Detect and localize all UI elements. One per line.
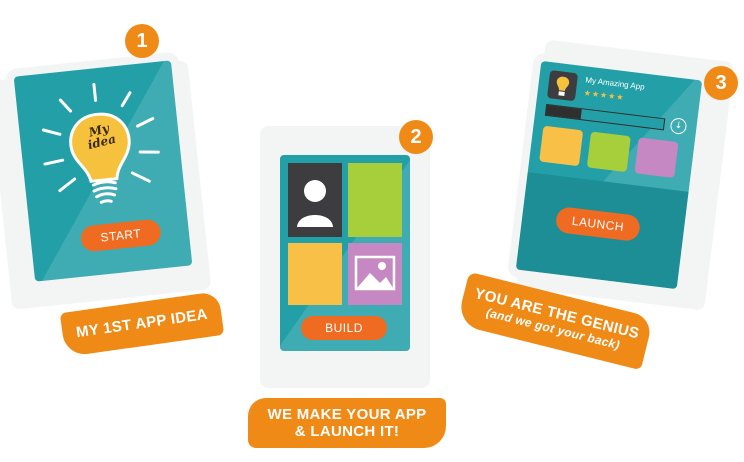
tile-image	[348, 243, 402, 305]
step-1-badge: 1	[125, 24, 159, 58]
phone-3: My Amazing App ★★★★★ ↓ LAUNCH	[515, 60, 703, 290]
tile-purple-3	[634, 137, 679, 178]
phone-2: BUILD	[280, 155, 410, 351]
step-2-badge: 2	[399, 120, 433, 154]
app-bulb-icon	[556, 76, 570, 96]
tile-yellow-3	[539, 125, 584, 167]
tile-profile	[288, 163, 342, 237]
banner-step-2-line1: WE MAKE YOUR APP	[267, 405, 427, 423]
image-icon	[354, 255, 396, 291]
person-icon	[297, 180, 333, 227]
tile-yellow	[288, 243, 342, 305]
build-button[interactable]: BUILD	[301, 316, 387, 340]
step-3-badge: 3	[704, 66, 738, 100]
step-3: 3 My Amazing App ★★★★★ ↓ LAUNCH YOU ARE …	[450, 30, 744, 400]
banner-step-2-line2: & LAUNCH IT!	[294, 423, 400, 440]
banner-step-1-text: MY 1ST APP IDEA	[75, 306, 209, 342]
app-icon	[546, 70, 579, 102]
phone-1: My idea START	[13, 60, 193, 282]
tile-green	[348, 163, 402, 237]
tile-green-3	[586, 131, 631, 173]
step-1: 1 My idea START MY 1ST APP IDEA	[0, 0, 250, 380]
banner-step-2: WE MAKE YOUR APP & LAUNCH IT!	[248, 398, 446, 448]
step-2: 2 BUILD WE MAKE YOUR APP & LAUNCH IT!	[240, 100, 470, 462]
